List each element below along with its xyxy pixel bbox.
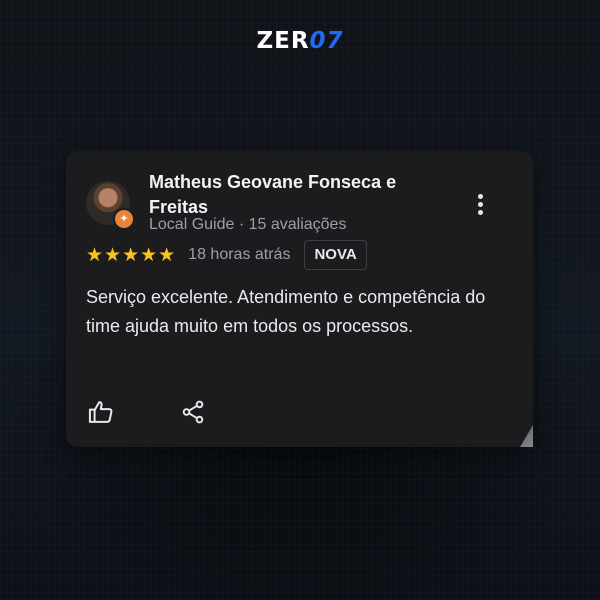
review-card: ✦ Matheus Geovane Fonseca e Freitas Loca… bbox=[66, 151, 533, 447]
brand-logo: ZER 07 bbox=[0, 28, 600, 54]
local-guide-badge-icon: ✦ bbox=[113, 208, 135, 230]
review-time: 18 horas atrás bbox=[188, 246, 291, 263]
logo-accent-text: 07 bbox=[309, 27, 344, 54]
page-fold-corner bbox=[520, 425, 533, 447]
review-text: Serviço excelente. Atendimento e competê… bbox=[86, 287, 486, 336]
rating-row: ★★★★★ 18 horas atrás NOVA bbox=[86, 239, 367, 271]
share-button[interactable] bbox=[178, 397, 208, 427]
logo-main-text: ZER bbox=[256, 27, 310, 54]
reviewer-subtitle: Local Guide · 15 avaliações bbox=[149, 216, 347, 233]
star-rating: ★★★★★ bbox=[86, 244, 177, 266]
share-icon bbox=[182, 400, 204, 424]
more-options-icon[interactable] bbox=[471, 191, 489, 217]
reviewer-name[interactable]: Matheus Geovane Fonseca e Freitas bbox=[149, 170, 449, 220]
like-button[interactable] bbox=[86, 397, 116, 427]
new-badge: NOVA bbox=[304, 240, 367, 270]
thumbs-up-icon bbox=[88, 401, 113, 423]
